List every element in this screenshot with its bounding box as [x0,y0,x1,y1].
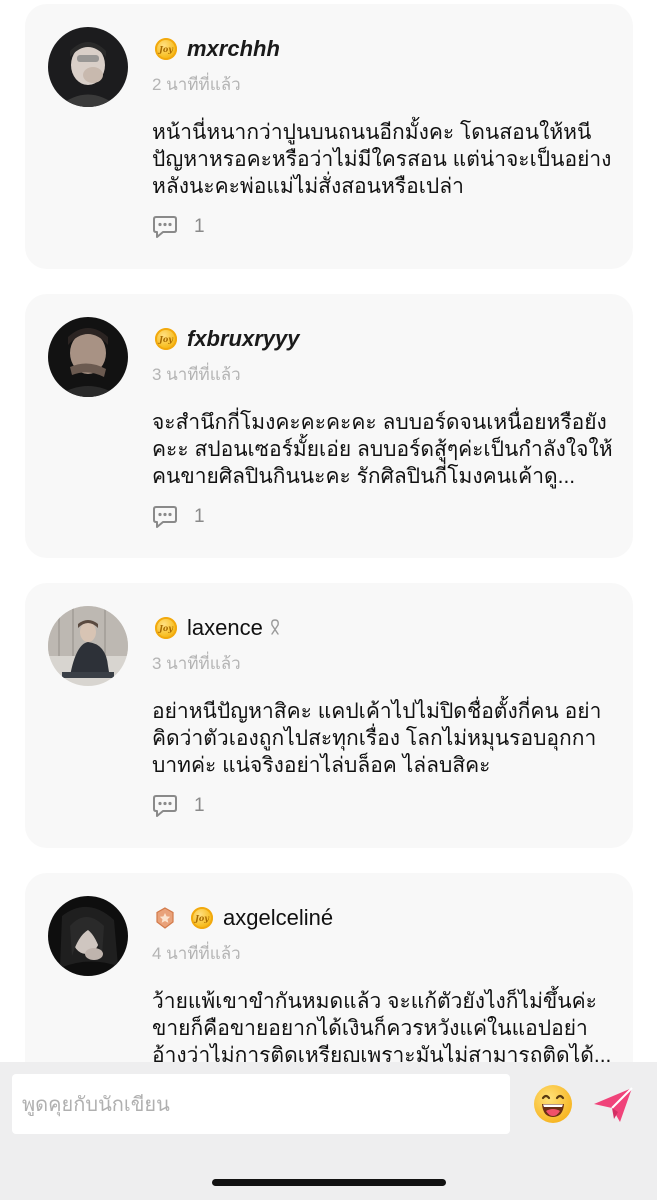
comment-text: หน้านี่หนากว่าปูนบนถนนอีกมั้งคะ โดนสอนให… [152,121,612,198]
timestamp: 4 นาทีที่แล้ว [152,944,241,963]
laughing-emoji-icon[interactable] [532,1083,574,1125]
user-badges: Joy fxbruxryyy [155,324,300,354]
comment-feed[interactable]: Joy mxrchhh 2 นาทีที่แล้ว หน้านี่หนากว่า… [0,0,657,1062]
avatar[interactable] [48,317,128,397]
comment-bubble-icon [153,216,177,238]
chat-input-placeholder: พูดคุยกับนักเขียน [22,1094,170,1116]
comment-text: จะสำนึกกี่โมงคะคะคะคะ ลบบอร์ดจนเหนื่อยหร… [152,411,613,488]
comment-card[interactable]: Joy axgelceliné 4 นาทีที่แล้ว ว้ายแพ้เขา… [25,873,633,1062]
reply-count: 1 [194,216,205,237]
comment-card[interactable]: Joy fxbruxryyy 3 นาทีที่แล้ว จะสำนึกกี่โ… [25,294,633,558]
comment-card[interactable]: Joy mxrchhh 2 นาทีที่แล้ว หน้านี่หนากว่า… [25,4,633,269]
avatar[interactable] [48,27,128,107]
username[interactable]: fxbruxryyy [187,326,300,352]
home-indicator [212,1179,446,1186]
avatar[interactable] [48,896,128,976]
coin-icon: Joy [155,38,177,60]
timestamp: 3 นาทีที่แล้ว [152,654,241,673]
coin-icon: Joy [155,328,177,350]
username[interactable]: axgelceliné [223,905,333,931]
user-badges: Joy mxrchhh [155,34,280,64]
comment-bubble-icon [153,795,177,817]
comment-bubble-icon [153,506,177,528]
reply-button[interactable]: 1 [152,794,205,818]
chat-input[interactable]: พูดคุยกับนักเขียน [12,1074,510,1134]
comment-text: ว้ายแพ้เขาขำกันหมดแล้ว จะแก้ตัวยังไงก็ไม… [152,990,612,1062]
username[interactable]: laxence [187,615,263,641]
timestamp: 2 นาทีที่แล้ว [152,75,241,94]
user-badges: Joy laxence [155,613,281,643]
reply-button[interactable]: 1 [152,215,205,239]
reply-button[interactable]: 1 [152,505,205,529]
reply-count: 1 [194,506,205,527]
ribbon-icon [270,619,279,635]
comment-text: อย่าหนีปัญหาสิคะ แคปเค้าไปไม่ปิดชื่อตั้ง… [152,700,602,777]
chat-bar: พูดคุยกับนักเขียน [0,1062,657,1200]
coin-icon: Joy [155,617,177,639]
timestamp: 3 นาทีที่แล้ว [152,365,241,384]
user-badges: Joy axgelceliné [155,903,333,933]
username[interactable]: mxrchhh [187,36,280,62]
paper-plane-send-icon[interactable] [592,1086,634,1124]
reply-count: 1 [194,795,205,816]
rank-badge-icon [156,907,174,929]
comment-card[interactable]: Joy laxence 3 นาทีที่แล้ว อย่าหนีปัญหาสิ… [25,583,633,848]
avatar[interactable] [48,606,128,686]
coin-icon: Joy [191,907,213,929]
